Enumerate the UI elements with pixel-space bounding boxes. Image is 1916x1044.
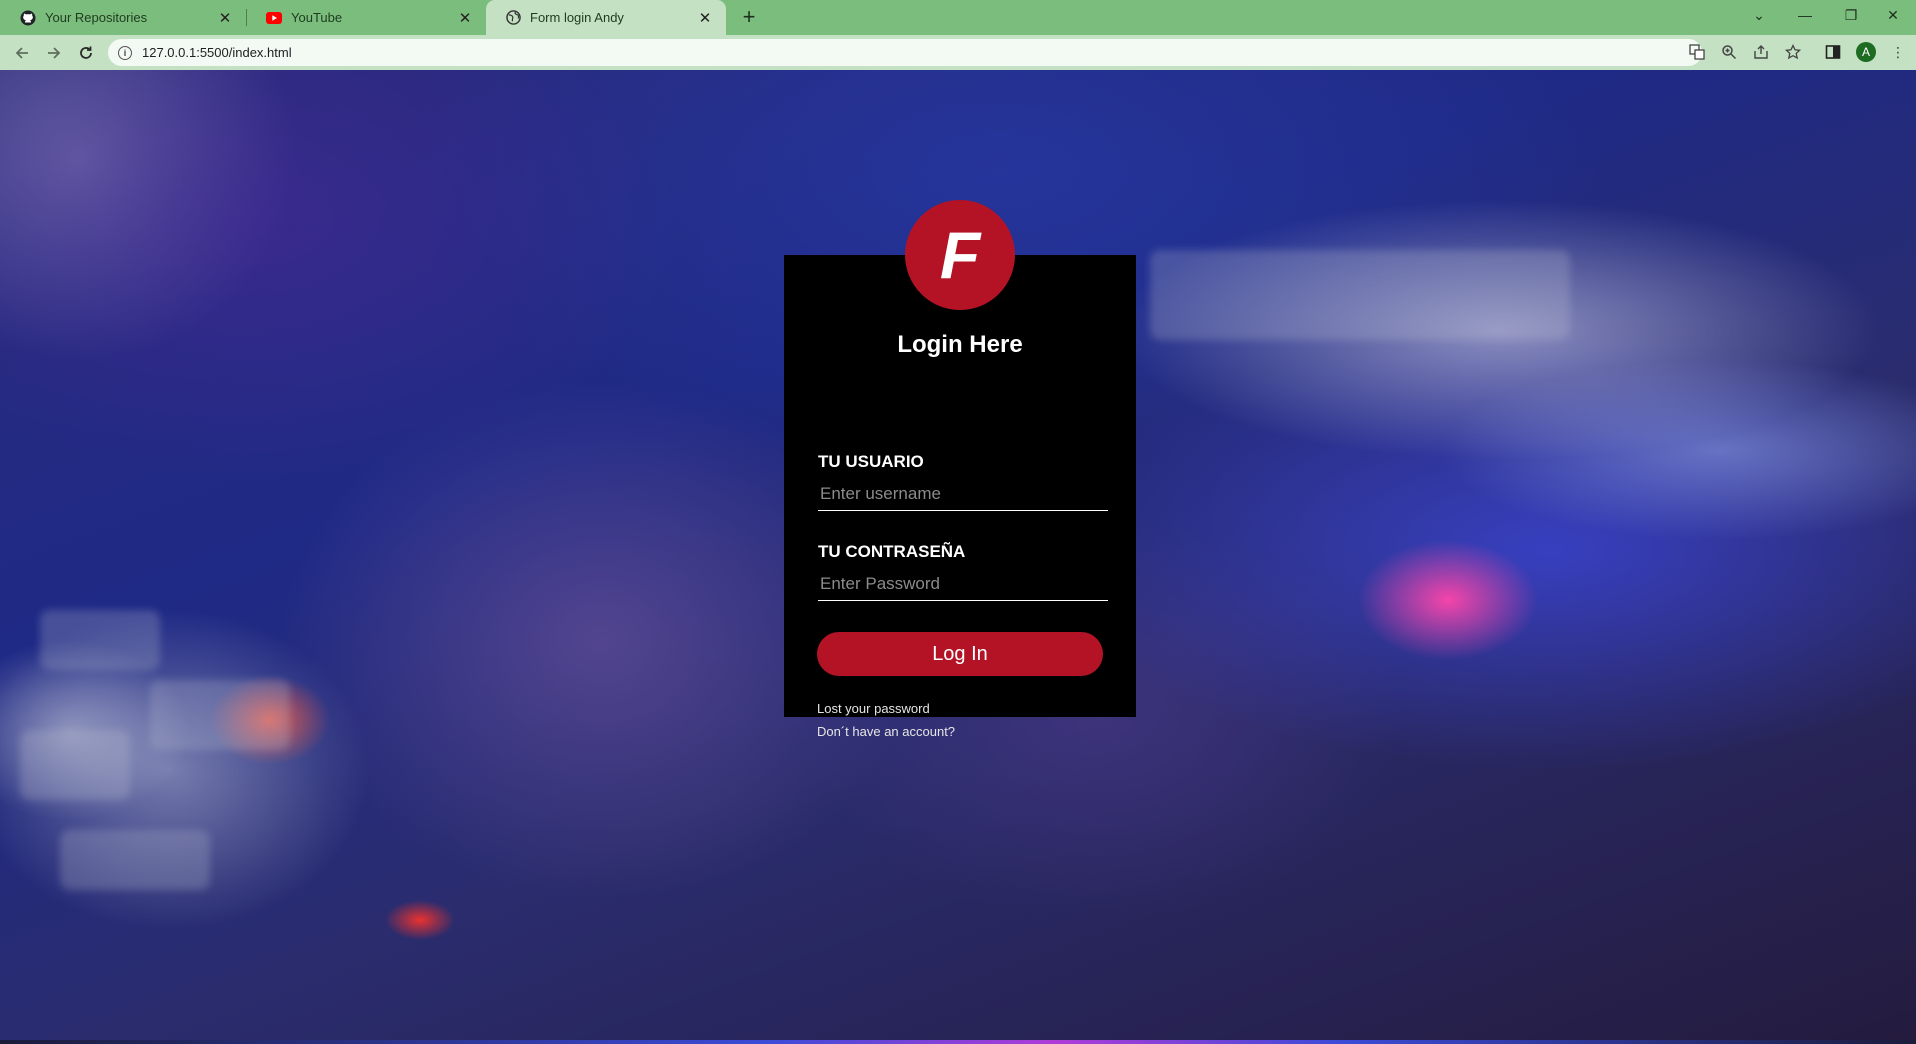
- tab-label: Form login Andy: [530, 10, 624, 25]
- tab-your-repositories[interactable]: Your Repositories ✕: [0, 0, 246, 35]
- profile-avatar[interactable]: A: [1856, 42, 1876, 62]
- signup-link[interactable]: Don´t have an account?: [817, 724, 955, 739]
- back-icon[interactable]: [8, 39, 36, 67]
- reload-icon[interactable]: [72, 39, 100, 67]
- background-keyboard-key: [40, 610, 160, 670]
- tab-search-icon[interactable]: ⌄: [1736, 0, 1782, 30]
- tab-label: YouTube: [291, 10, 343, 25]
- browser-toolbar: i 127.0.0.1:5500/index.html A ⋮: [0, 35, 1916, 70]
- globe-icon: [506, 10, 521, 25]
- restore-icon[interactable]: ❐: [1828, 0, 1874, 30]
- close-tab-icon[interactable]: ✕: [216, 9, 234, 27]
- background-keyboard-key: [20, 730, 130, 800]
- tab-youtube[interactable]: YouTube ✕: [246, 0, 486, 35]
- login-button[interactable]: Log In: [817, 632, 1103, 676]
- github-icon: [20, 10, 36, 25]
- close-tab-icon[interactable]: ✕: [696, 9, 714, 27]
- url-text: 127.0.0.1:5500/index.html: [142, 45, 292, 60]
- youtube-icon: [266, 11, 282, 24]
- address-bar[interactable]: i 127.0.0.1:5500/index.html: [108, 39, 1702, 66]
- password-label: TU CONTRASEÑA: [818, 542, 966, 561]
- close-window-icon[interactable]: ✕: [1870, 0, 1916, 30]
- lost-password-link[interactable]: Lost your password: [817, 701, 930, 716]
- site-info-icon[interactable]: i: [118, 45, 132, 60]
- share-icon[interactable]: [1750, 41, 1772, 63]
- background-keyboard-key: [1150, 250, 1570, 340]
- tab-label: Your Repositories: [45, 10, 148, 25]
- username-input[interactable]: [818, 477, 1108, 511]
- background-keyboard-key: [60, 830, 210, 890]
- bottom-edge-strip: [0, 1040, 1916, 1044]
- bookmark-star-icon[interactable]: [1782, 41, 1804, 63]
- tab-form-login[interactable]: Form login Andy ✕: [486, 0, 726, 35]
- minimize-icon[interactable]: —: [1782, 0, 1828, 30]
- translate-icon[interactable]: [1686, 41, 1708, 63]
- brand-logo: F: [905, 200, 1015, 310]
- zoom-icon[interactable]: [1718, 41, 1740, 63]
- background-keyboard-key: [150, 680, 290, 750]
- browser-tab-bar: Your Repositories ✕ YouTube ✕ Form login…: [0, 0, 1916, 35]
- password-input[interactable]: [818, 567, 1108, 601]
- forward-icon[interactable]: [40, 39, 68, 67]
- new-tab-icon[interactable]: +: [737, 4, 761, 29]
- side-panel-icon[interactable]: [1822, 41, 1844, 63]
- username-label: TU USUARIO: [818, 452, 924, 471]
- menu-kebab-icon[interactable]: ⋮: [1887, 41, 1909, 63]
- close-tab-icon[interactable]: ✕: [456, 9, 474, 27]
- login-title: Login Here: [897, 331, 1023, 358]
